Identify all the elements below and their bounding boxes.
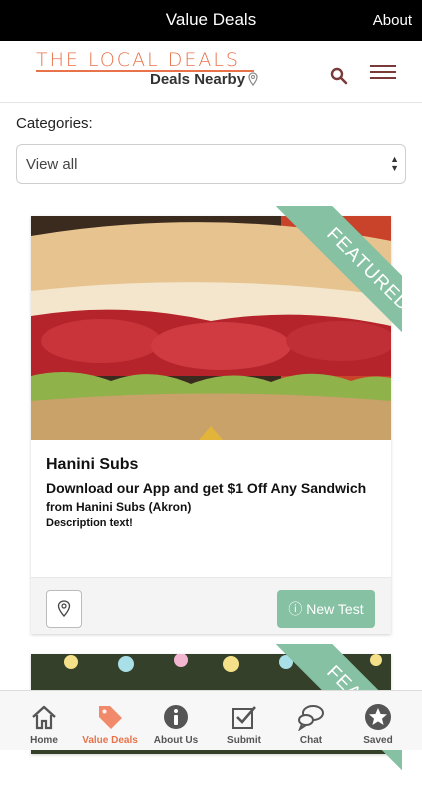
categories-label: Categories: — [16, 115, 93, 132]
tab-about-us[interactable]: About Us — [143, 691, 209, 751]
new-test-button[interactable]: ⓘ New Test — [277, 590, 375, 628]
tab-label: Saved — [363, 735, 393, 746]
tab-label: About Us — [153, 735, 199, 746]
featured-ribbon-label: FEATURED — [276, 206, 402, 360]
search-icon[interactable] — [330, 67, 348, 85]
location-pin-icon — [248, 72, 258, 86]
deal-title: Download our App and get $1 Off Any Sand… — [46, 480, 367, 496]
tab-value-deals[interactable]: Value Deals — [77, 691, 143, 751]
chat-icon — [298, 705, 324, 731]
map-location-button[interactable] — [46, 590, 82, 628]
deal-description: Description text! — [46, 517, 133, 529]
deal-footer: ⓘ New Test — [31, 577, 391, 634]
bottom-tab-bar: Home Value Deals About Us Submit Chat Sa… — [0, 690, 422, 750]
tab-label: Home — [30, 735, 58, 746]
category-select[interactable]: View all ▲ ▼ — [16, 144, 406, 184]
logo-subtitle: Deals Nearby — [150, 71, 246, 88]
deal-business-name: Hanini Subs — [46, 456, 139, 473]
about-link[interactable]: About — [373, 12, 412, 29]
app-header: THE LOCAL DEALS Deals Nearby — [0, 41, 422, 103]
tab-chat[interactable]: Chat — [278, 691, 344, 751]
home-icon — [32, 705, 56, 730]
top-bar: Value Deals About — [0, 0, 422, 41]
info-icon — [164, 705, 188, 729]
hamburger-menu-icon[interactable] — [370, 65, 396, 81]
tab-saved[interactable]: Saved — [345, 691, 411, 751]
deal-source: from Hanini Subs (Akron) — [46, 500, 192, 514]
tab-label: Value Deals — [82, 735, 138, 746]
tab-label: Submit — [227, 735, 261, 746]
tab-submit[interactable]: Submit — [211, 691, 277, 751]
tag-icon — [99, 706, 122, 729]
deal-card[interactable]: FEATURED Hanini Subs Download our App an… — [31, 206, 402, 634]
page-title: Value Deals — [165, 10, 257, 29]
category-selected-value: View all — [26, 156, 78, 173]
location-pin-icon — [57, 600, 71, 617]
tab-label: Chat — [299, 735, 323, 746]
checkbox-icon — [232, 706, 256, 729]
deal-body: Hanini Subs Download our App and get $1 … — [46, 456, 386, 529]
select-arrows-icon: ▲ ▼ — [390, 154, 399, 173]
featured-ribbon: FEATURED — [248, 206, 402, 360]
star-icon — [365, 704, 391, 730]
logo-title: THE LOCAL DEALS — [36, 49, 240, 71]
tab-home[interactable]: Home — [11, 691, 77, 751]
